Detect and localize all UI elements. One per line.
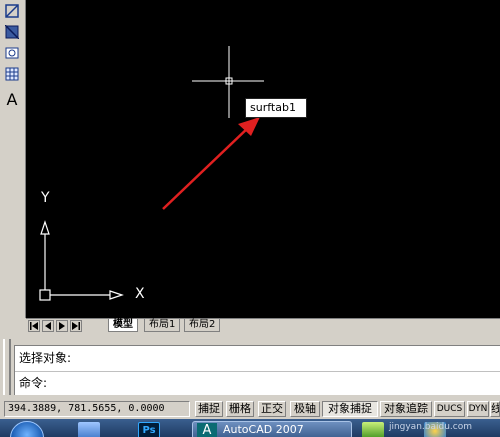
region-icon bbox=[5, 47, 19, 59]
ucs-x-label: X bbox=[135, 286, 145, 302]
canvas-graphics bbox=[39, 46, 264, 301]
dyn-toggle[interactable]: DYN bbox=[467, 401, 489, 417]
command-prompt[interactable]: 命令: bbox=[19, 375, 47, 391]
status-bar: 394.3889, 781.5655, 0.0000 捕捉 栅格 正交 极轴 对… bbox=[0, 399, 500, 419]
osnap-toggle[interactable]: 对象捕捉 bbox=[322, 401, 378, 417]
layout-tab-bar: 模型 布局1 布局2 bbox=[26, 318, 500, 332]
app-taskbar-icon[interactable] bbox=[362, 422, 384, 437]
tab-layout2[interactable]: 布局2 bbox=[184, 319, 221, 332]
command-line-area[interactable]: 选择对象: 命令: bbox=[14, 345, 500, 395]
gradient-icon bbox=[5, 25, 19, 39]
explorer-taskbar-icon[interactable] bbox=[78, 422, 100, 437]
snap-toggle[interactable]: 捕捉 bbox=[195, 401, 223, 417]
table-tool-button[interactable] bbox=[3, 65, 21, 83]
left-dock-area bbox=[0, 118, 26, 318]
text-tool-glyph: A bbox=[6, 90, 18, 109]
ortho-toggle[interactable]: 正交 bbox=[258, 401, 286, 417]
multiline-text-button[interactable]: A bbox=[3, 91, 21, 109]
polar-toggle[interactable]: 极轴 bbox=[290, 401, 320, 417]
first-tab-button[interactable] bbox=[28, 320, 40, 332]
tab-layout1[interactable]: 布局1 bbox=[144, 319, 181, 332]
red-arrow-annotation bbox=[162, 117, 260, 210]
hatch-icon bbox=[5, 4, 19, 18]
dynamic-input-tooltip: surftab1 bbox=[245, 98, 307, 118]
lineweight-toggle[interactable]: 线 bbox=[490, 401, 500, 417]
grid-toggle[interactable]: 栅格 bbox=[226, 401, 254, 417]
tab-model[interactable]: 模型 bbox=[108, 319, 138, 332]
ucs-icon bbox=[39, 220, 124, 301]
prev-tab-button[interactable] bbox=[42, 320, 54, 332]
watermark-text: jingyan.baidu.com bbox=[388, 422, 472, 432]
drawing-canvas[interactable]: Y X surftab1 bbox=[26, 0, 500, 318]
draw-toolbar: A bbox=[0, 0, 26, 118]
right-arrow-icon bbox=[59, 322, 65, 330]
command-separator bbox=[15, 371, 500, 372]
gradient-tool-button[interactable] bbox=[3, 23, 21, 41]
autocad-taskbar-label: AutoCAD 2007 bbox=[223, 423, 304, 436]
photoshop-taskbar-icon[interactable]: Ps bbox=[138, 422, 160, 437]
hatch-tool-button[interactable] bbox=[3, 2, 21, 20]
last-arrow-icon bbox=[72, 322, 80, 330]
first-arrow-icon bbox=[30, 322, 38, 330]
table-icon bbox=[5, 67, 19, 81]
last-tab-button[interactable] bbox=[70, 320, 82, 332]
coordinate-display[interactable]: 394.3889, 781.5655, 0.0000 bbox=[4, 401, 190, 417]
otrack-toggle[interactable]: 对象追踪 bbox=[380, 401, 432, 417]
start-button[interactable] bbox=[10, 421, 44, 437]
region-tool-button[interactable] bbox=[3, 44, 21, 62]
command-window-grip[interactable] bbox=[3, 339, 11, 395]
next-tab-button[interactable] bbox=[56, 320, 68, 332]
command-history-line: 选择对象: bbox=[19, 351, 72, 365]
autocad-icon: A bbox=[197, 423, 217, 437]
ducs-toggle[interactable]: DUCS bbox=[434, 401, 465, 417]
autocad-taskbar-button[interactable]: A AutoCAD 2007 bbox=[192, 421, 352, 437]
command-window: 选择对象: 命令: bbox=[0, 333, 500, 399]
ucs-y-label: Y bbox=[41, 190, 50, 206]
left-arrow-icon bbox=[45, 322, 51, 330]
